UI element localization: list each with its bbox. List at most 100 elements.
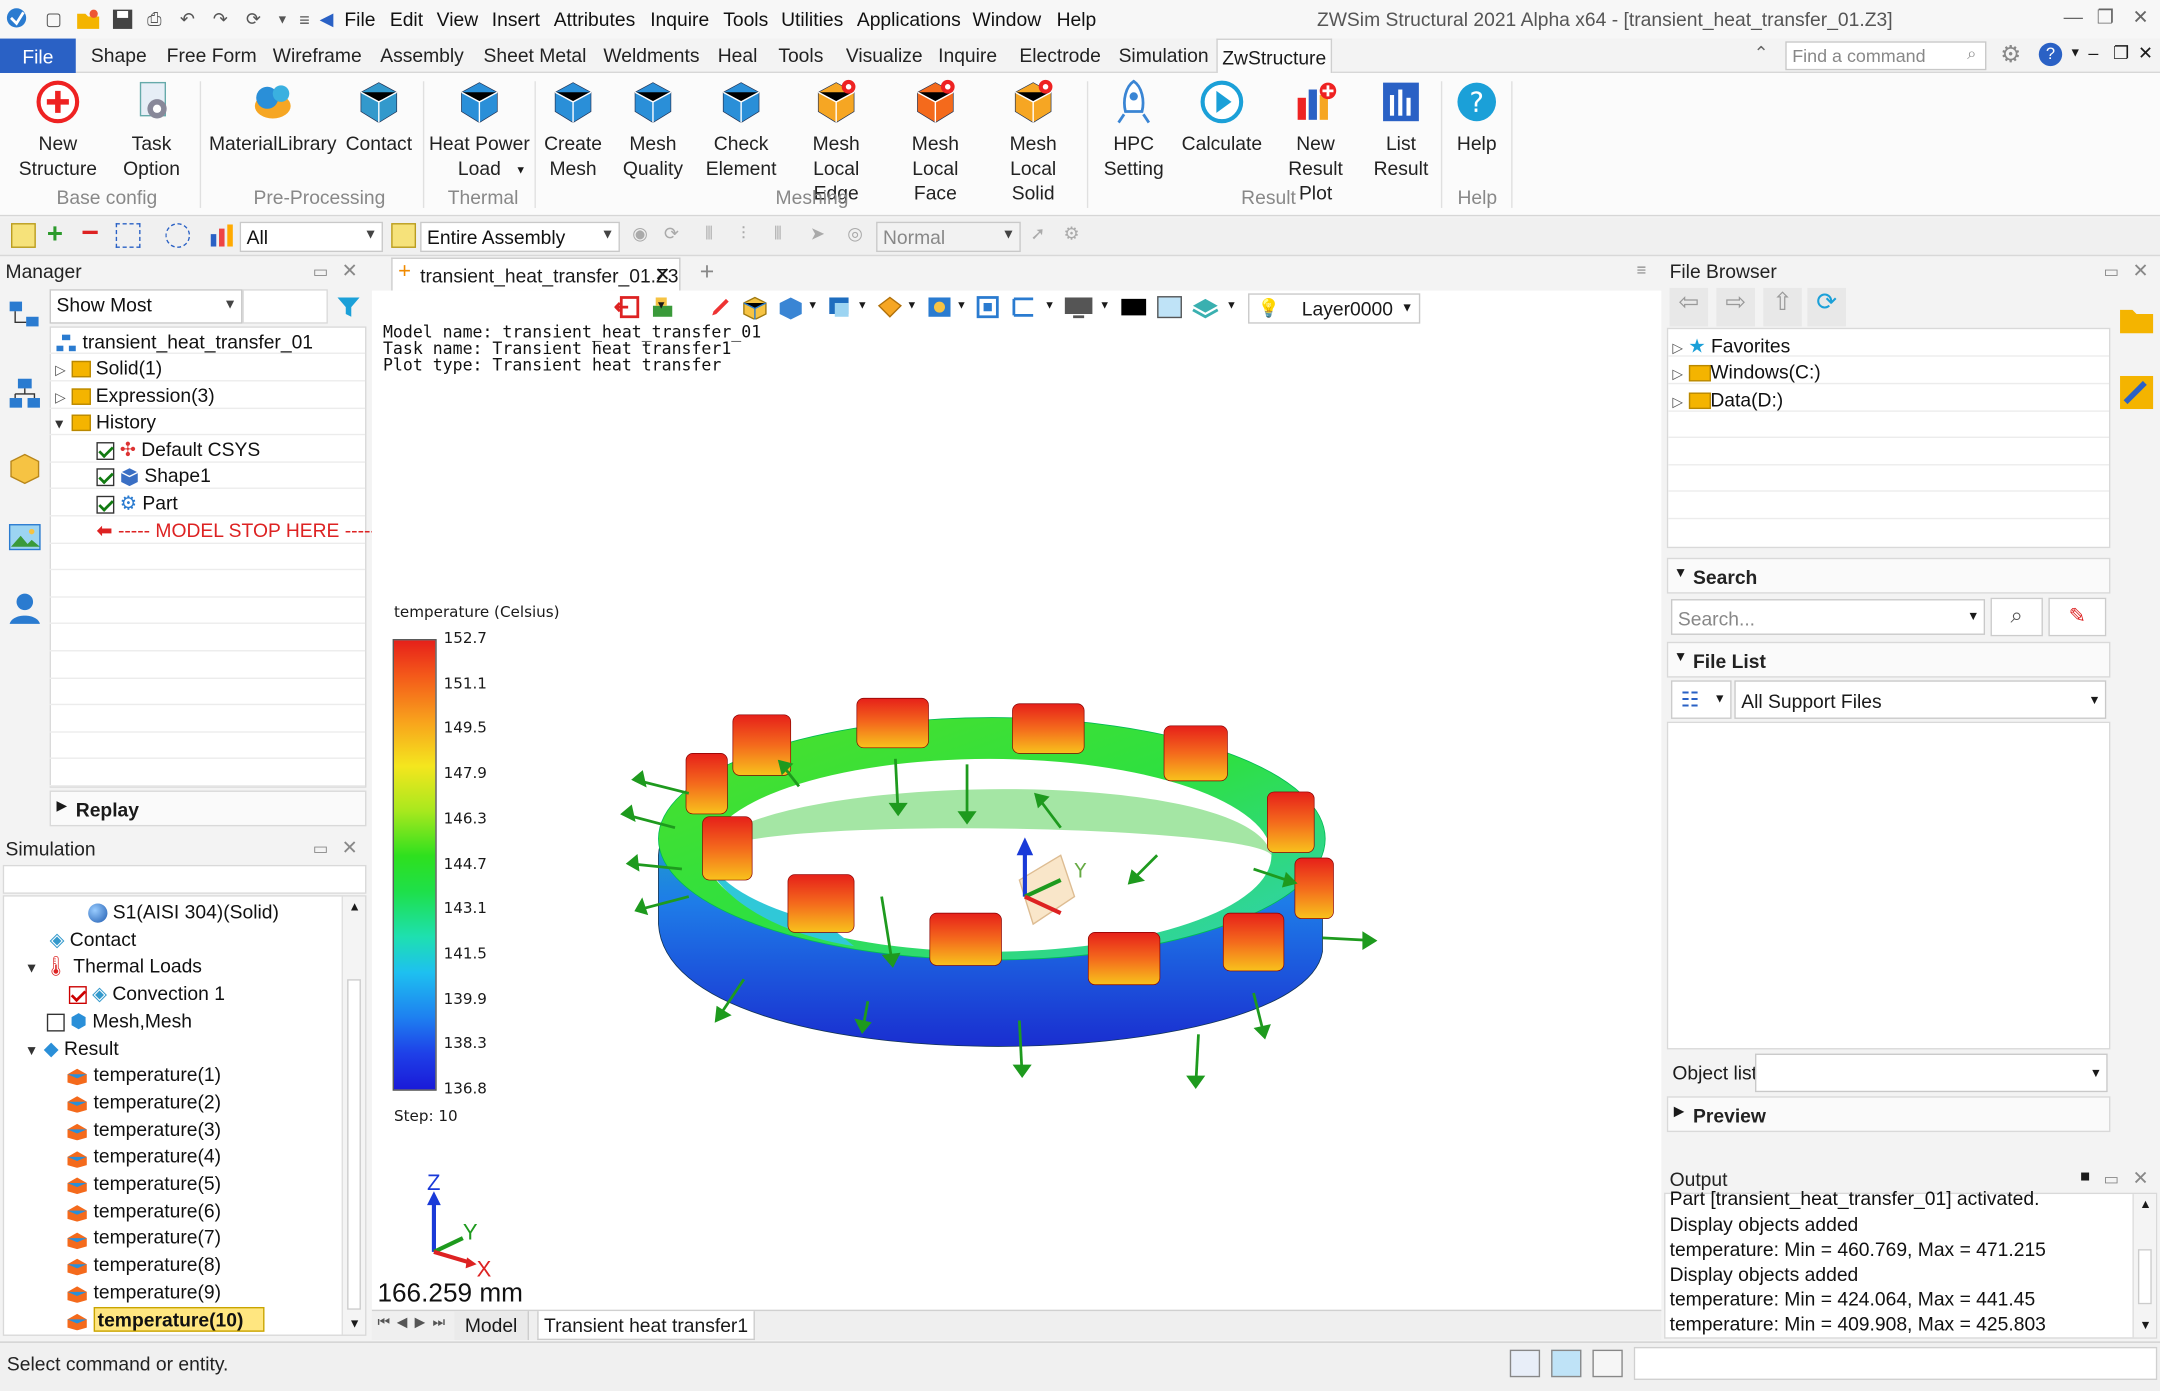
view-mode-button[interactable]: ☷ ▼ (1670, 680, 1732, 719)
menu-inquire[interactable]: Inquire (650, 8, 709, 30)
filter-chart-icon[interactable] (209, 223, 234, 248)
enable-checkbox[interactable] (68, 985, 87, 1004)
search-icon[interactable]: ⌕ (1967, 44, 1976, 65)
new-tab-icon[interactable]: + (700, 258, 714, 287)
menu-tools[interactable]: Tools (723, 8, 768, 30)
snap-icon[interactable]: ◎ (847, 223, 872, 248)
status-input[interactable] (1633, 1346, 2158, 1380)
section-icon[interactable] (876, 295, 904, 320)
menu-edit[interactable]: Edit (390, 8, 423, 30)
settings-icon[interactable]: ⚙ (1063, 223, 1088, 248)
close-window-button[interactable]: ✕ (2132, 6, 2148, 29)
heat-power-dropdown-icon[interactable]: ▼ (515, 164, 526, 176)
tab-transient-heat-transfer[interactable]: Transient heat transfer1 (537, 1311, 755, 1341)
chevron-down-icon[interactable]: ▼ (1226, 299, 1237, 311)
ribbon-button-create-mesh[interactable]: Create Mesh (541, 79, 604, 181)
ribbon-button-check-element[interactable]: Check Element (703, 79, 780, 181)
simulation-item-temperature-10[interactable]: temperature(10) (66, 1306, 265, 1332)
history-tree-icon[interactable] (7, 299, 43, 335)
simulation-item-mesh-mesh[interactable]: ⬢ Mesh,Mesh (46, 1009, 192, 1032)
doc-restore-button[interactable]: ❐ (2113, 43, 2129, 65)
chevron-down-icon[interactable]: ▼ (956, 299, 967, 311)
document-tab[interactable]: + transient_heat_transfer_01.Z3 ✕ (391, 257, 681, 291)
ribbon-button-hpc-setting[interactable]: HPC Setting (1097, 79, 1171, 181)
next-tab-icon[interactable]: ▶ (415, 1315, 426, 1330)
filter-select[interactable]: All ▼ (239, 221, 383, 253)
part-icon[interactable] (7, 450, 43, 486)
display-mode-icon[interactable] (777, 295, 805, 320)
exit-icon[interactable] (614, 295, 642, 320)
simulation-filter-input[interactable] (2, 864, 367, 894)
gear-icon[interactable]: ⚙ (2000, 41, 2021, 69)
tree-item-default-csys[interactable]: ✣ Default CSYS (96, 438, 260, 461)
tree-item-root[interactable]: transient_heat_transfer_01 (55, 331, 313, 353)
cursor-icon[interactable]: ➤ (810, 223, 835, 248)
ribbon-button-contact[interactable]: Contact (344, 79, 413, 156)
menu-view[interactable]: View (437, 8, 478, 30)
panel-close-icon[interactable]: ✕ (2132, 1167, 2148, 1190)
remove-icon[interactable]: − (81, 217, 106, 248)
menu-window[interactable]: Window (973, 8, 1042, 30)
measure-icon[interactable] (1011, 295, 1036, 320)
simulation-item-contact[interactable]: ◈ Contact (50, 928, 137, 951)
menu-applications[interactable]: Applications (857, 8, 961, 30)
panel-pin-icon[interactable]: ▭ (2104, 262, 2120, 281)
open-file-icon[interactable] (76, 7, 101, 32)
simulation-item-temperature-4[interactable]: temperature(4) (66, 1145, 221, 1168)
scroll-down-icon[interactable]: ▼ (349, 1317, 361, 1331)
enable-checkbox[interactable] (46, 1013, 65, 1031)
model-stop-marker[interactable]: ⬅ ----- MODEL STOP HERE ----- (96, 519, 376, 542)
first-tab-icon[interactable]: ⏮ (377, 1315, 389, 1330)
chevron-right-icon[interactable]: ▷ (1672, 395, 1683, 410)
simulation-item-convection-1[interactable]: ◈ Convection 1 (68, 982, 225, 1005)
tab-heal[interactable]: Heal (718, 44, 758, 66)
chevron-down-icon[interactable]: ▼ (25, 1043, 39, 1058)
visibility-checkbox[interactable] (96, 495, 115, 514)
assembly-tree-icon[interactable] (7, 376, 43, 412)
panel-pin-icon[interactable]: ▭ (2104, 1169, 2120, 1188)
chevron-down-icon[interactable]: ▼ (906, 299, 917, 311)
ribbon-button-task-option[interactable]: Task Option (116, 79, 188, 181)
tree-item-history[interactable]: ▼ History (52, 410, 156, 432)
new-file-icon[interactable]: ▢ (41, 7, 66, 32)
tab-shape[interactable]: Shape (91, 44, 147, 66)
assembly-scope-select[interactable]: Entire Assembly ▼ (420, 221, 620, 253)
ribbon-button-calculate[interactable]: Calculate (1181, 79, 1264, 156)
forward-arrow-icon[interactable]: ⇨ (1716, 287, 1755, 327)
chevron-right-icon[interactable]: ▷ (55, 391, 66, 406)
panel-pin-icon[interactable]: ▭ (313, 839, 329, 858)
scroll-down-icon[interactable]: ▼ (2139, 1318, 2151, 1332)
ribbon-button-material-library[interactable]: MaterialLibrary (207, 79, 339, 156)
ribbon-button-mesh-quality[interactable]: Mesh Quality (614, 79, 691, 181)
undo-icon[interactable]: ↶ (175, 7, 200, 32)
tab-free-form[interactable]: Free Form (167, 44, 257, 66)
tab-tools[interactable]: Tools (778, 44, 823, 66)
panel-close-icon[interactable]: ✕ (342, 836, 358, 859)
output-scrollbar[interactable]: ▲ ▼ (2132, 1194, 2156, 1338)
rotate-icon[interactable]: ⟳ (664, 223, 689, 248)
tab-file[interactable]: File (0, 38, 76, 73)
collapse-ribbon-icon[interactable]: ⌃ (1754, 43, 1769, 65)
simulation-item-temperature-9[interactable]: temperature(9) (66, 1281, 221, 1303)
manager-search-input[interactable] (242, 289, 328, 324)
status-icon-3[interactable] (1592, 1349, 1623, 1378)
user-icon[interactable] (7, 591, 43, 627)
output-stop-icon[interactable]: ■ (2080, 1167, 2090, 1186)
add-icon[interactable]: + (47, 220, 72, 248)
lasso-select-icon[interactable] (165, 223, 191, 248)
ribbon-button-mesh-local-face[interactable]: Mesh Local Face (887, 79, 983, 206)
manager-filter-select[interactable]: Show Most ▼ (49, 289, 243, 324)
file-type-select[interactable]: All Support Files ▼ (1734, 680, 2107, 719)
tab-visualize[interactable]: Visualize (846, 44, 923, 66)
tab-electrode[interactable]: Electrode (1019, 44, 1100, 66)
back-arrow-icon[interactable]: ⇦ (1669, 287, 1709, 327)
object-list-select[interactable]: ▼ (1754, 1053, 2108, 1093)
doc-minimize-button[interactable]: – (2088, 43, 2098, 64)
color-light-swatch[interactable] (1157, 296, 1182, 319)
monitor-icon[interactable] (1063, 295, 1093, 320)
chevron-down-icon[interactable]: ▼ (807, 299, 818, 311)
visibility-checkbox[interactable] (96, 467, 115, 486)
view-orient-icon[interactable] (827, 295, 855, 320)
scroll-thumb[interactable] (347, 979, 361, 1310)
menu-insert[interactable]: Insert (492, 8, 540, 30)
